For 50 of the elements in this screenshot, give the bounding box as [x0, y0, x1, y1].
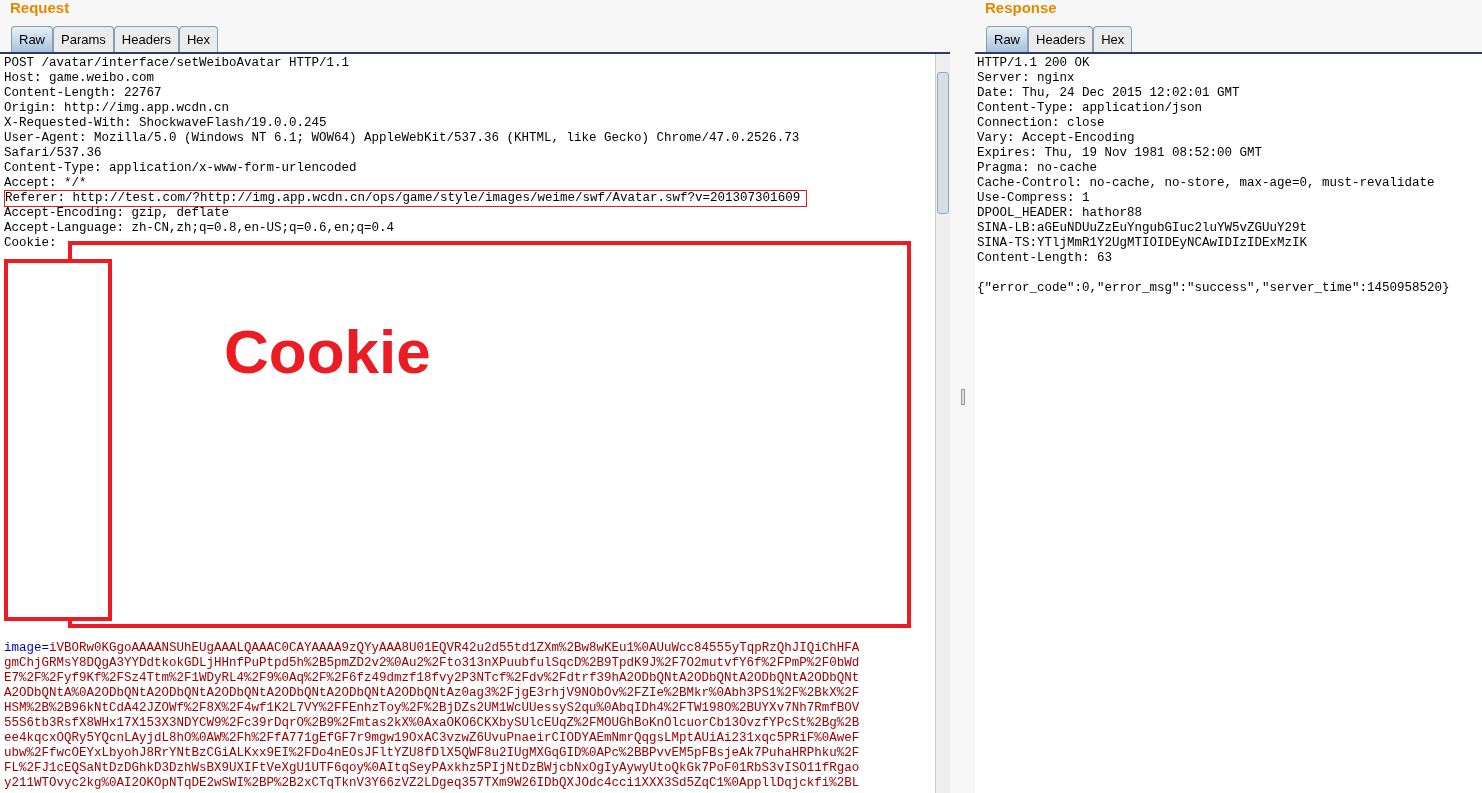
- header-line: Server: nginx: [977, 71, 1075, 85]
- tab[interactable]: Headers: [113, 26, 179, 52]
- header-line: Cookie:: [4, 236, 57, 250]
- tab[interactable]: Hex: [178, 26, 219, 52]
- header-line: Pragma: no-cache: [977, 161, 1098, 175]
- header-line: SINA-TS:YTljMmR1Y2UgMTIOIDEyNCAwIDIzIDExMzIK: [977, 236, 1308, 250]
- tab[interactable]: Headers: [1028, 26, 1094, 52]
- tab[interactable]: Raw: [11, 26, 53, 52]
- header-line: X-Requested-With: ShockwaveFlash/19.0.0.245: [4, 116, 327, 130]
- param-value-line: ee4kqcxOQRy5YQcnLAyjdL8hO%0AW%2Fh%2FfA771gEfGF7r9mgw19OxAC3vzwZ6UvuPnaeirCIODYAEmNmrQqgsLMptAUiAi231xqc5PRiF%0AweF: [4, 731, 860, 745]
- param-value-line: y211WTOvyc2kg%0AI2OKOpNTqDE2wSWI%2BP%2B2xCTqTknV3Y66zVZ2LDgeq357TXm9W26IDbQXJOdc4cci1XXX3Sd5ZqC1%0AppllDqjckfi%2BL: [4, 776, 860, 790]
- panel-title: Response: [984, 0, 1058, 18]
- tab[interactable]: Params: [53, 26, 114, 52]
- header-line: Accept-Encoding: gzip, deflate: [4, 206, 230, 220]
- panel-title: Request: [9, 0, 71, 18]
- header-line: Content-Length: 22767: [4, 86, 162, 100]
- param-value-line: E7%2F%2Fyf9Kf%2FSz4Ttm%2F1WDyRL4%2F9%0Aq%2F%2F6fz49dmzf18fvy2P3NTcf%2Fdv%2Fdtrf39hA2ODbQNtA2ODbQNtA2ODbQNtA2ODbQNt: [4, 671, 860, 685]
- header-line: Host: game.weibo.com: [4, 71, 155, 85]
- param-value-line: gmChjGRMsY8DQgA3YYDdtkokGDLjHHnfPuPtpd5h%2B5pmZD2v2%0Au2%2Fto313nXPuubfulSqcD%2B9TpdK9J%2F7O2mutvfY6f%2FPmP%2F0bWd: [4, 656, 860, 670]
- param-value-line: ubw%2FfwcOEYxLbyohJ8RrYNtBzCGiALKxx9EI%2FDo4nEOsJFltYZU8fDlX5QWF8u2IUgMXGqGID%0APc%2BBPvvEM5pFBsjeAk7PuhaHRPhku%2F: [4, 746, 860, 760]
- header-line: Origin: http://img.app.wcdn.cn: [4, 101, 230, 115]
- param-value-line: 55S6tb3RsfX8WHx17X153X3NDYCW9%2Fc39rDqrO%2B9%2Fmtas2kX%0AxaOKO6CKXbySUlcEUqZ%2FMOUGhBoKnOlcuorCb13OvzfYPcSt%2Bg%2B: [4, 716, 860, 730]
- header-line: DPOOL_HEADER: hathor88: [977, 206, 1143, 220]
- header-line: Use-Compress: 1: [977, 191, 1090, 205]
- header-line: User-Agent: Mozilla/5.0 (Windows NT 6.1; WOW64) AppleWebKit/537.36 (KHTML, like Gecko) Chrome/47.0.2526.73: [4, 131, 800, 145]
- header-line: Accept: */*: [4, 176, 87, 190]
- header-line: Content-Length: 63: [977, 251, 1113, 265]
- splitter-handle[interactable]: [960, 388, 965, 405]
- tab[interactable]: Hex: [1093, 26, 1133, 52]
- header-line: Date: Thu, 24 Dec 2015 12:02:01 GMT: [977, 86, 1240, 100]
- response-body: {"error_code":0,"error_msg":"success","server_time":1450958520}: [977, 281, 1450, 295]
- header-line: Safari/537.36: [4, 146, 102, 160]
- tab[interactable]: Raw: [986, 26, 1028, 52]
- param-value-line: FL%2FJ1cEQSaNtDzDGhkD3DzhWsBX9UXIFtVeXgU1UTF6qoy%0AItqSeyPAxkhz5PIjNtDzBWjcbNxOgIyAywyUtoQkGk7PoF01RbS3vISO11fRgao: [4, 761, 860, 775]
- header-line: SINA-LB:aGEuNDUuZzEuYngubGIuc2luYW5vZGUuY29t: [977, 221, 1308, 235]
- header-line: Accept-Language: zh-CN,zh;q=0.8,en-US;q=0.6,en;q=0.4: [4, 221, 395, 235]
- redaction-label: Cookie: [224, 316, 431, 388]
- param-value-line: HSM%2B%2B96kNtCdA42JZOWf%2F8X%2F4wf1K2L7VY%2FFEnhzToy%2F%2BjDZs2UM1WcUUessyS2qu%0AbqIDh4%2FTW198O%2BUYXv7Nh7RmfBOV: [4, 701, 860, 715]
- header-line: Connection: close: [977, 116, 1105, 130]
- scrollbar[interactable]: [935, 54, 950, 793]
- header-line: POST /avatar/interface/setWeiboAvatar HTTP/1.1: [4, 56, 350, 70]
- param-value-line: A2ODbQNtA%0A2ODbQNtA2ODbQNtA2ODbQNtA2ODbQNtA2ODbQNtA2ODbQNtAz0ag3%2FjgE3rhjV9NObOv%2FZIe%2BMkr%0Abh3PS1%2F%2BkX%2F: [4, 686, 860, 700]
- param-value-line: iVBORw0KGgoAAAANSUhEUgAAALQAAAC0CAYAAAA9zQYyAAA8U01EQVR42u2d55td1ZXm%2Bw8wKEu1%0AUuWcc84555yTqpRzQhJIQiChHFA: [49, 641, 860, 655]
- header-line: Content-Type: application/json: [977, 101, 1203, 115]
- header-line: Expires: Thu, 19 Nov 1981 08:52:00 GMT: [977, 146, 1263, 160]
- header-line: Vary: Accept-Encoding: [977, 131, 1135, 145]
- param-name: image=: [4, 641, 49, 655]
- header-line: Cache-Control: no-cache, no-store, max-age=0, must-revalidate: [977, 176, 1435, 190]
- header-line: Content-Type: application/x-www-form-urlencoded: [4, 161, 357, 175]
- header-line: HTTP/1.1 200 OK: [977, 56, 1090, 70]
